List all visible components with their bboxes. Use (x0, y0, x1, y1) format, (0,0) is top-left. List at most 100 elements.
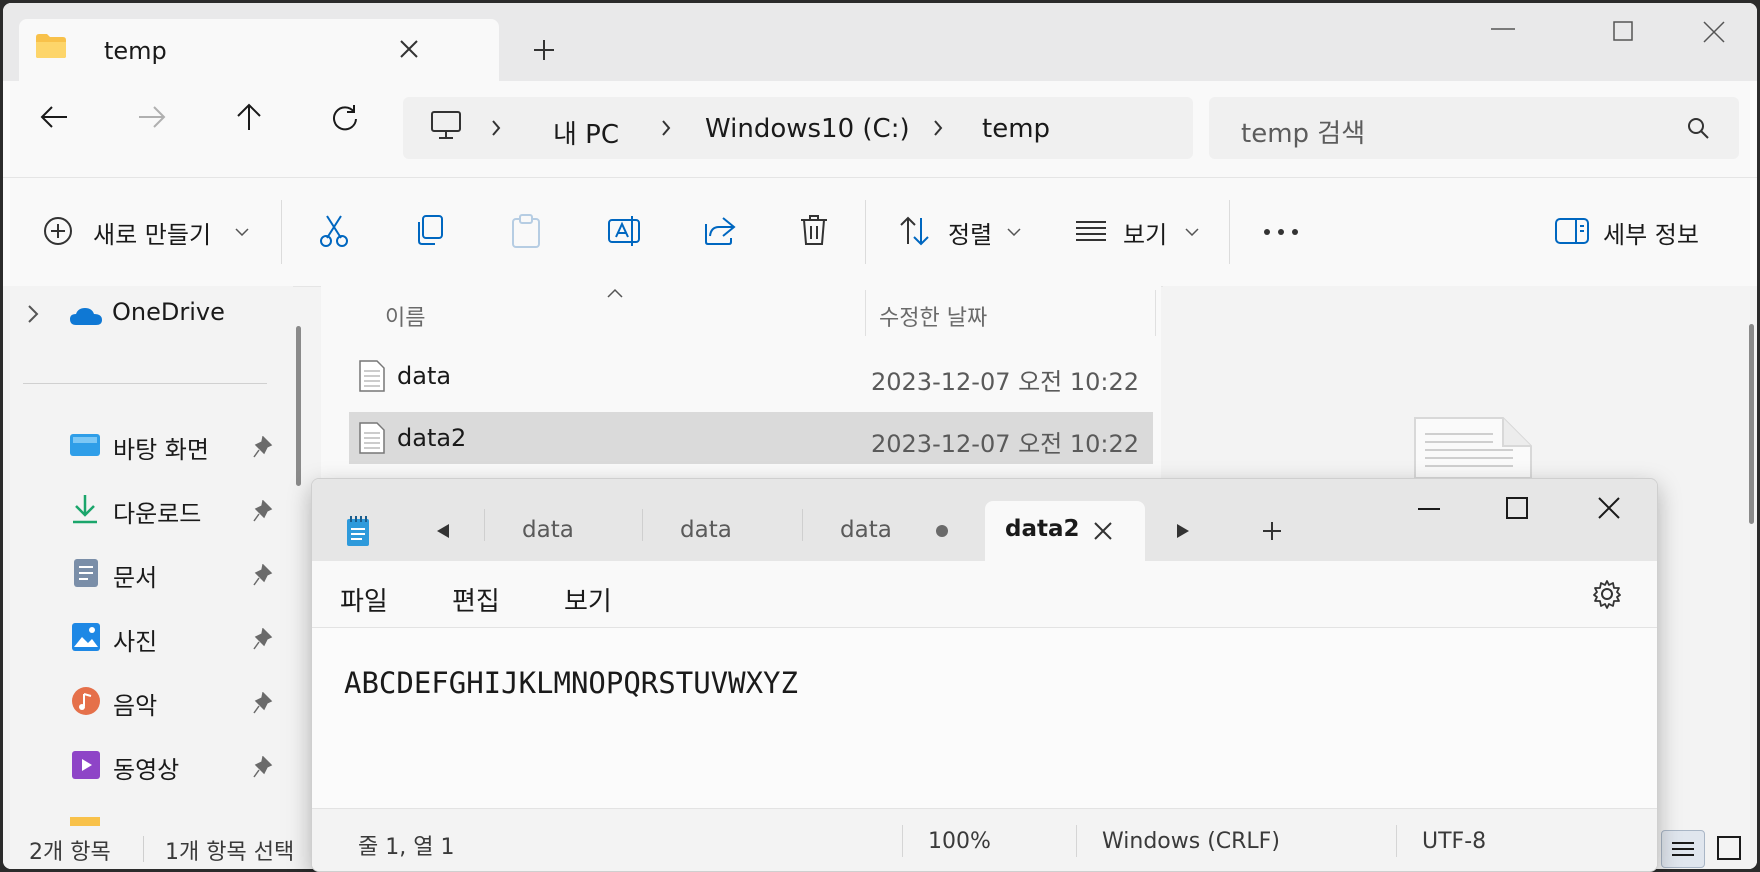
close-window-icon[interactable] (1598, 497, 1620, 519)
forward-icon[interactable] (137, 105, 167, 129)
notepad-tab-strip: data data data data2 (312, 479, 1657, 561)
column-header-name[interactable]: 이름 (385, 300, 425, 332)
sidebar-item-pictures[interactable]: 사진 (3, 610, 283, 666)
pin-icon[interactable] (253, 756, 273, 778)
view-list-icon (1076, 221, 1106, 241)
column-divider (1155, 290, 1156, 336)
file-row-data[interactable]: data 2023-12-07 오전 10:22 (349, 350, 1153, 402)
notepad-text-area[interactable]: ABCDEFGHIJKLMNOPQRSTUVWXYZ (312, 628, 1657, 828)
refresh-icon[interactable] (331, 103, 359, 131)
pin-icon[interactable] (253, 692, 273, 714)
pin-icon[interactable] (253, 628, 273, 650)
line-ending[interactable]: Windows (CRLF) (1102, 829, 1280, 854)
paste-icon[interactable] (511, 214, 541, 248)
copy-icon[interactable] (415, 214, 445, 246)
status-divider (143, 836, 144, 862)
more-options-icon[interactable] (1263, 228, 1299, 236)
breadcrumb-temp[interactable]: temp (982, 114, 1050, 144)
details-view-button[interactable] (1661, 830, 1705, 868)
sidebar-item-desktop[interactable]: 바탕 화면 (3, 418, 283, 474)
unsaved-dot-icon (936, 525, 948, 537)
music-icon (72, 687, 100, 715)
notepad-window: data data data data2 파일 편집 보기 ABCDEFGHIJ… (311, 478, 1658, 872)
notepad-tab-data-3[interactable]: data (840, 517, 892, 543)
nav-divider (23, 383, 267, 384)
sort-button[interactable]: 정렬 (948, 215, 992, 250)
sidebar-item-videos[interactable]: 동영상 (3, 738, 283, 794)
breadcrumb[interactable]: 내 PC Windows10 (C:) temp (403, 97, 1193, 159)
sidebar-item-label: 음악 (113, 692, 158, 720)
pin-icon[interactable] (253, 500, 273, 522)
column-header-modified[interactable]: 수정한 날짜 (879, 300, 987, 332)
nav-scrollbar[interactable] (296, 326, 301, 486)
toolbar-divider (1229, 200, 1230, 264)
sort-ascending-icon (607, 288, 623, 298)
tiles-view-icon[interactable] (1717, 836, 1741, 860)
menu-edit[interactable]: 편집 (452, 581, 500, 618)
document-text[interactable]: ABCDEFGHIJKLMNOPQRSTUVWXYZ (344, 666, 798, 700)
file-row-data2[interactable]: data2 2023-12-07 오전 10:22 (349, 412, 1153, 464)
share-icon[interactable] (703, 214, 737, 246)
sidebar-item-label: 사진 (113, 628, 158, 656)
close-tab-icon[interactable] (399, 39, 419, 59)
menu-view[interactable]: 보기 (564, 581, 612, 618)
search-input[interactable]: temp 검색 (1209, 97, 1739, 159)
search-icon (1688, 118, 1709, 139)
encoding[interactable]: UTF-8 (1422, 829, 1486, 854)
file-name: data (397, 362, 452, 390)
new-tab-icon[interactable] (1262, 521, 1282, 541)
sidebar-item-onedrive[interactable]: OneDrive (3, 286, 283, 342)
status-divider (902, 825, 903, 857)
view-button[interactable]: 보기 (1123, 215, 1167, 250)
cut-icon[interactable] (319, 214, 349, 248)
settings-gear-icon[interactable] (1592, 579, 1622, 609)
breadcrumb-drive[interactable]: Windows10 (C:) (705, 114, 910, 144)
tab-divider (642, 509, 643, 541)
file-name: data2 (397, 424, 467, 452)
scroll-tabs-right-icon[interactable] (1176, 523, 1190, 539)
download-icon (73, 495, 97, 524)
breadcrumb-my-pc[interactable]: 내 PC (553, 114, 619, 151)
back-icon[interactable] (39, 105, 69, 129)
new-tab-icon[interactable] (533, 39, 555, 61)
address-bar-row: 내 PC Windows10 (C:) temp temp 검색 (3, 81, 1757, 177)
new-button[interactable]: 새로 만들기 (93, 215, 211, 250)
explorer-tab-temp[interactable]: temp (19, 19, 499, 83)
details-view-icon (1672, 842, 1694, 856)
sidebar-item-music[interactable]: 음악 (3, 674, 283, 730)
scroll-tabs-left-icon[interactable] (436, 523, 450, 539)
minimize-icon[interactable] (1491, 27, 1515, 31)
explorer-tab-strip: temp (3, 3, 1757, 83)
cursor-position: 줄 1, 열 1 (358, 835, 455, 860)
chevron-right-icon[interactable] (27, 304, 39, 324)
close-window-icon[interactable] (1703, 21, 1725, 43)
notepad-app-icon (347, 516, 369, 546)
status-divider (1396, 825, 1397, 857)
maximize-icon[interactable] (1613, 21, 1633, 41)
minimize-icon[interactable] (1418, 507, 1440, 511)
text-file-icon (359, 422, 385, 454)
sidebar-item-downloads[interactable]: 다운로드 (3, 482, 283, 538)
zoom-level[interactable]: 100% (928, 829, 991, 854)
close-tab-icon[interactable] (1093, 521, 1113, 541)
folder-icon (36, 34, 66, 58)
up-icon[interactable] (236, 103, 262, 131)
sidebar-item-label: 동영상 (113, 756, 180, 784)
notepad-tab-data-1[interactable]: data (522, 517, 574, 543)
sort-icon (900, 216, 929, 246)
rename-icon[interactable] (607, 214, 641, 248)
preview-file-icon (1414, 417, 1532, 478)
pin-icon[interactable] (253, 436, 273, 458)
sidebar-item-documents[interactable]: 문서 (3, 546, 283, 602)
delete-icon[interactable] (800, 214, 828, 246)
notepad-tab-data2[interactable]: data2 (985, 501, 1145, 561)
details-button[interactable]: 세부 정보 (1603, 215, 1699, 250)
maximize-icon[interactable] (1506, 497, 1528, 519)
chevron-right-icon (662, 120, 671, 136)
pin-icon[interactable] (253, 564, 273, 586)
menu-file[interactable]: 파일 (340, 581, 388, 618)
preview-scrollbar[interactable] (1749, 324, 1754, 524)
tab-divider (484, 509, 485, 541)
notepad-tab-data-2[interactable]: data (680, 517, 732, 543)
chevron-down-icon (1185, 228, 1199, 236)
